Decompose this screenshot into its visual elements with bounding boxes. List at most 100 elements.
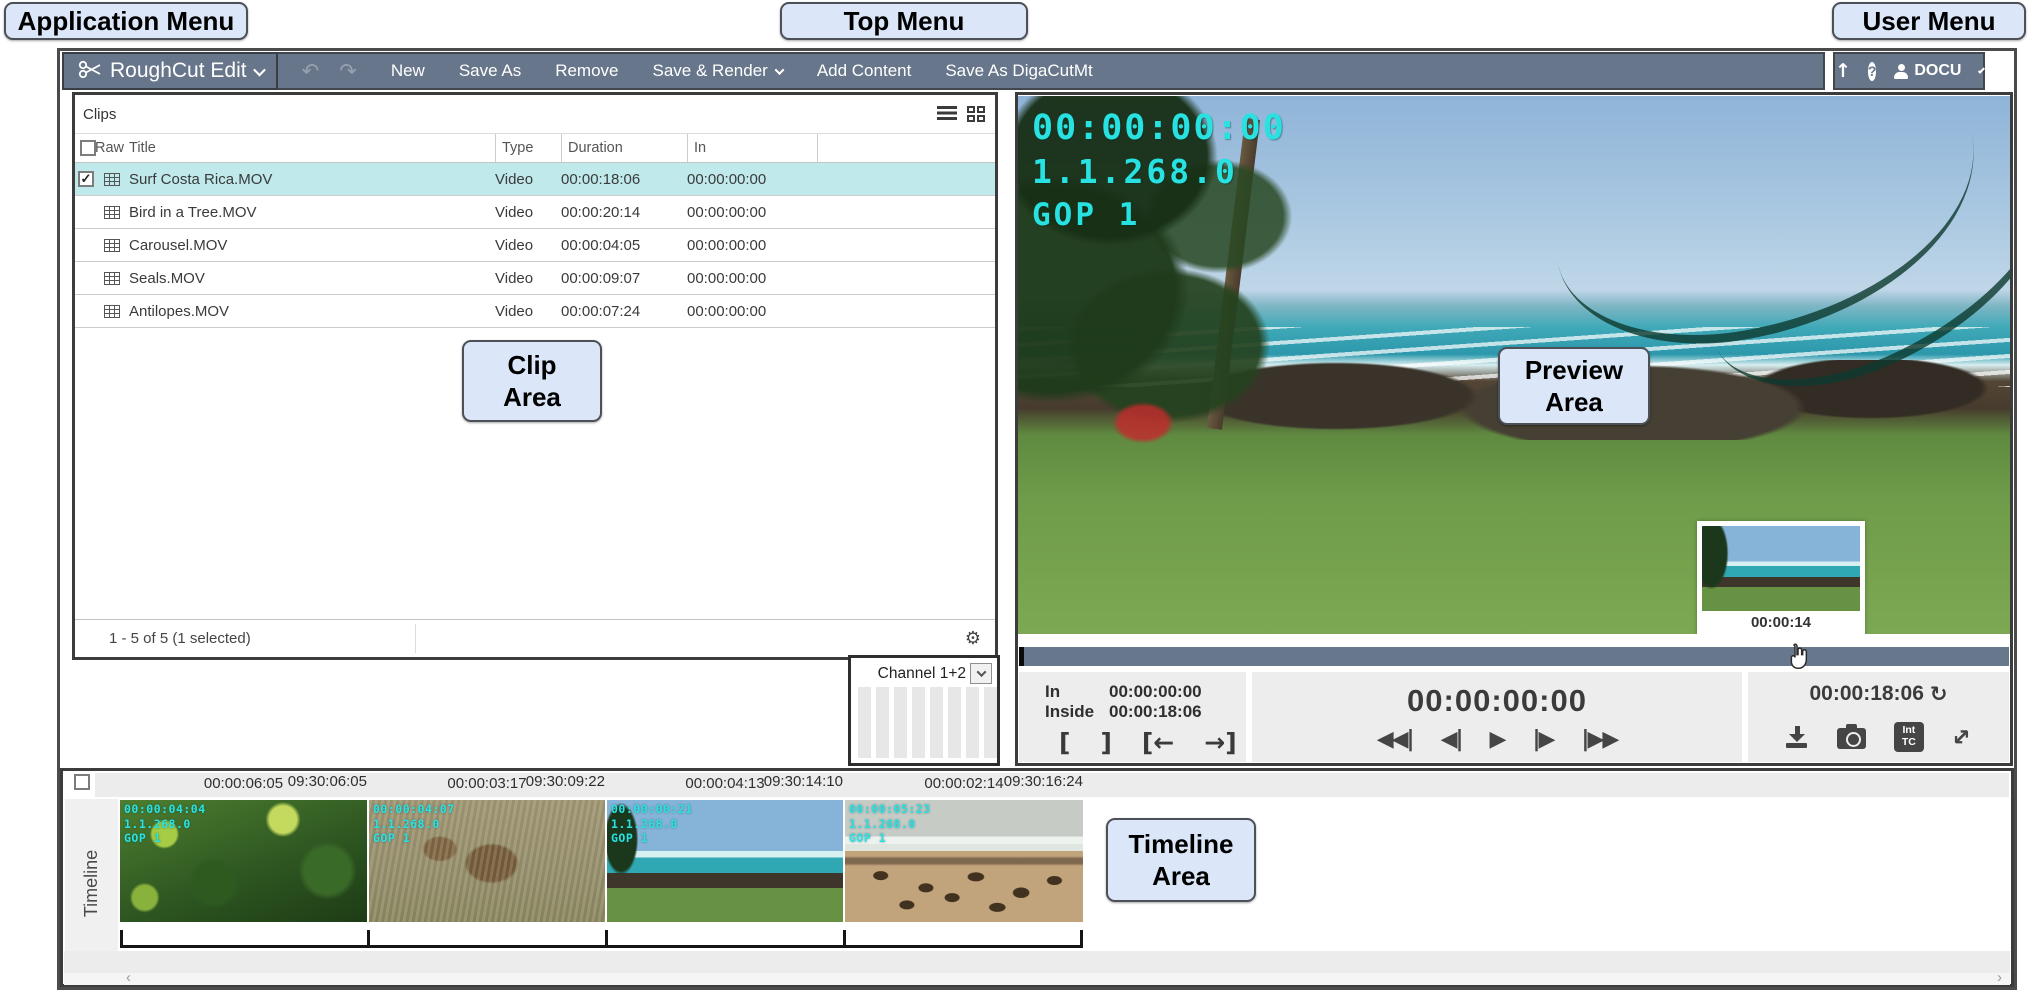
timeline-label-strip: Timeline (65, 799, 118, 967)
clips-panel-footer: 1 - 5 of 5 (1 selected) ⚙ (75, 619, 995, 657)
column-header-in[interactable]: In (687, 134, 817, 162)
internal-timecode-icon[interactable]: Int TC (1894, 722, 1924, 752)
new-button[interactable]: New (391, 61, 425, 81)
clip-type: Video (495, 237, 561, 254)
step-back-button[interactable]: ◀| (1441, 727, 1462, 752)
help-icon[interactable]: ? (1868, 62, 1877, 81)
mark-in-button[interactable]: [ (1059, 728, 1070, 757)
preview-panel: 00:00:00:00 1.1.268.0 GOP 1 00:00:14 In0… (1015, 92, 2013, 766)
clips-table-header: Raw Title Type Duration In (75, 133, 995, 163)
clip-table-icon (104, 272, 120, 285)
clip-in: 00:00:00:00 (687, 303, 817, 320)
timeline-scrollbar[interactable]: ‹ › (64, 973, 2010, 985)
row-checkbox[interactable]: ✓ (78, 171, 94, 187)
table-row[interactable]: Bird in a Tree.MOV Video 00:00:20:14 00:… (75, 196, 995, 229)
loop-refresh-icon[interactable]: ↻ (1930, 682, 1948, 706)
save-render-label: Save & Render (653, 61, 768, 81)
select-all-checkbox[interactable] (80, 140, 96, 156)
column-header-raw[interactable]: Raw (95, 140, 123, 156)
goto-in-button[interactable]: [← (1142, 728, 1174, 757)
timeline-checkbox[interactable] (74, 774, 90, 790)
clip-duration: 00:00:18:06 (561, 171, 687, 188)
download-icon[interactable] (1786, 726, 1809, 748)
playhead-marker[interactable] (1019, 647, 1024, 666)
save-digacutmt-button[interactable]: Save As DigaCutMt (945, 61, 1092, 81)
user-menu-button[interactable]: DOCU (1914, 62, 1961, 80)
goto-out-button[interactable]: →] (1204, 728, 1236, 757)
app-root: Application Menu Top Menu User Menu Clip… (0, 0, 2032, 993)
application-menu-button[interactable]: RoughCut Edit (62, 52, 278, 90)
grid-view-icon[interactable] (967, 106, 985, 122)
clip-type: Video (495, 204, 561, 221)
seek-bar[interactable] (1019, 647, 2009, 666)
timeline-ruler (120, 928, 1083, 948)
clips-panel-title: Clips (83, 106, 116, 123)
in-value: 00:00:00:00 (1109, 682, 1202, 702)
timeline-clip-thumbnail[interactable]: 00:00:04:071.1.268.0GOP 1 (369, 800, 605, 922)
mark-out-button[interactable]: ] (1100, 728, 1111, 757)
timeline-clip-thumbnail[interactable]: 00:00:05:231.1.268.0GOP 1 (845, 800, 1083, 922)
snapshot-camera-icon[interactable] (1837, 728, 1866, 749)
table-row[interactable]: Seals.MOV Video 00:00:09:07 00:00:00:00 (75, 262, 995, 295)
audio-channel-panel: Channel 1+2 (848, 655, 1000, 766)
clip-in: 00:00:00:00 (687, 270, 817, 287)
scroll-left-icon[interactable]: ‹ (126, 969, 131, 986)
go-to-start-button[interactable]: ◀◀| (1377, 727, 1413, 752)
video-overlay-info: 00:00:00:00 1.1.268.0 GOP 1 (1032, 106, 1286, 236)
clip-overlay-info: 00:00:04:041.1.268.0GOP 1 (124, 802, 206, 846)
list-view-icon[interactable] (937, 106, 957, 123)
upload-icon[interactable]: ↑ (1835, 60, 1851, 82)
clip-title: Carousel.MOV (123, 237, 495, 254)
undo-button[interactable]: ↶ (302, 59, 320, 83)
clip-type: Video (495, 270, 561, 287)
clip-type: Video (495, 303, 561, 320)
play-button[interactable]: ▶ (1490, 727, 1505, 752)
scroll-right-icon[interactable]: › (1997, 969, 2002, 986)
column-header-spacer (817, 134, 995, 162)
clip-duration: 00:00:04:05 (561, 237, 687, 254)
clip-in: 00:00:00:00 (687, 204, 817, 221)
clip-title: Antilopes.MOV (123, 303, 495, 320)
step-forward-button[interactable]: |▶ (1532, 727, 1553, 752)
timeline-clip-thumbnail[interactable]: 00:00:04:041.1.268.0GOP 1 (120, 800, 367, 922)
in-label: In (1045, 682, 1109, 702)
column-header-type[interactable]: Type (495, 134, 561, 162)
clip-duration: 00:00:20:14 (561, 204, 687, 221)
callout-clip-area: Clip Area (462, 340, 602, 422)
chevron-down-icon (253, 63, 266, 76)
callout-user-menu: User Menu (1832, 2, 2026, 40)
overlay-version: 1.1.268.0 (1032, 150, 1286, 194)
timeline-label: Timeline (81, 849, 102, 916)
channel-select-dropdown[interactable] (970, 663, 992, 684)
column-header-duration[interactable]: Duration (561, 134, 687, 162)
clips-panel-header: Clips (75, 95, 995, 133)
clip-duration: 00:00:07:24 (561, 303, 687, 320)
redo-button[interactable]: ↷ (339, 59, 357, 83)
clip-overlay-info: 00:00:00:211.1.268.0GOP 1 (611, 802, 693, 846)
table-row[interactable]: Carousel.MOV Video 00:00:04:05 00:00:00:… (75, 229, 995, 262)
output-section: 00:00:18:06 ↻ Int TC ↔ (1748, 672, 2009, 762)
clip-table-icon (104, 173, 120, 186)
gear-icon[interactable]: ⚙ (965, 628, 981, 649)
remove-button[interactable]: Remove (555, 61, 618, 81)
table-row[interactable]: Antilopes.MOV Video 00:00:07:24 00:00:00… (75, 295, 995, 328)
chevron-down-icon[interactable] (1978, 66, 1985, 73)
add-content-button[interactable]: Add Content (817, 61, 912, 81)
clip-duration-label: 00:00:02:14 (845, 775, 1083, 795)
scrub-thumbnail-card: 00:00:14 (1697, 521, 1865, 634)
clip-in: 00:00:00:00 (687, 237, 817, 254)
channel-select-label: Channel 1+2 (878, 665, 966, 683)
timeline-panel: Timeline 00:00:06:05 00:00:03:17 00:00:0… (60, 768, 2014, 987)
clip-type: Video (495, 171, 561, 188)
save-render-button[interactable]: Save & Render (653, 61, 783, 81)
save-as-button[interactable]: Save As (459, 61, 521, 81)
timeline-clip-thumbnail[interactable]: 00:00:00:211.1.268.0GOP 1 (607, 800, 843, 922)
inside-label: Inside (1045, 702, 1109, 722)
scrub-thumbnail-time: 00:00:14 (1702, 614, 1860, 631)
fullscreen-icon[interactable]: ↔ (1945, 721, 1977, 753)
table-row[interactable]: ✓ Surf Costa Rica.MOV Video 00:00:18:06 … (75, 163, 995, 196)
scrub-thumbnail-image (1702, 526, 1860, 611)
column-header-title[interactable]: Title (123, 140, 495, 156)
callout-top-menu: Top Menu (780, 2, 1028, 40)
go-to-end-button[interactable]: |▶▶ (1581, 727, 1617, 752)
